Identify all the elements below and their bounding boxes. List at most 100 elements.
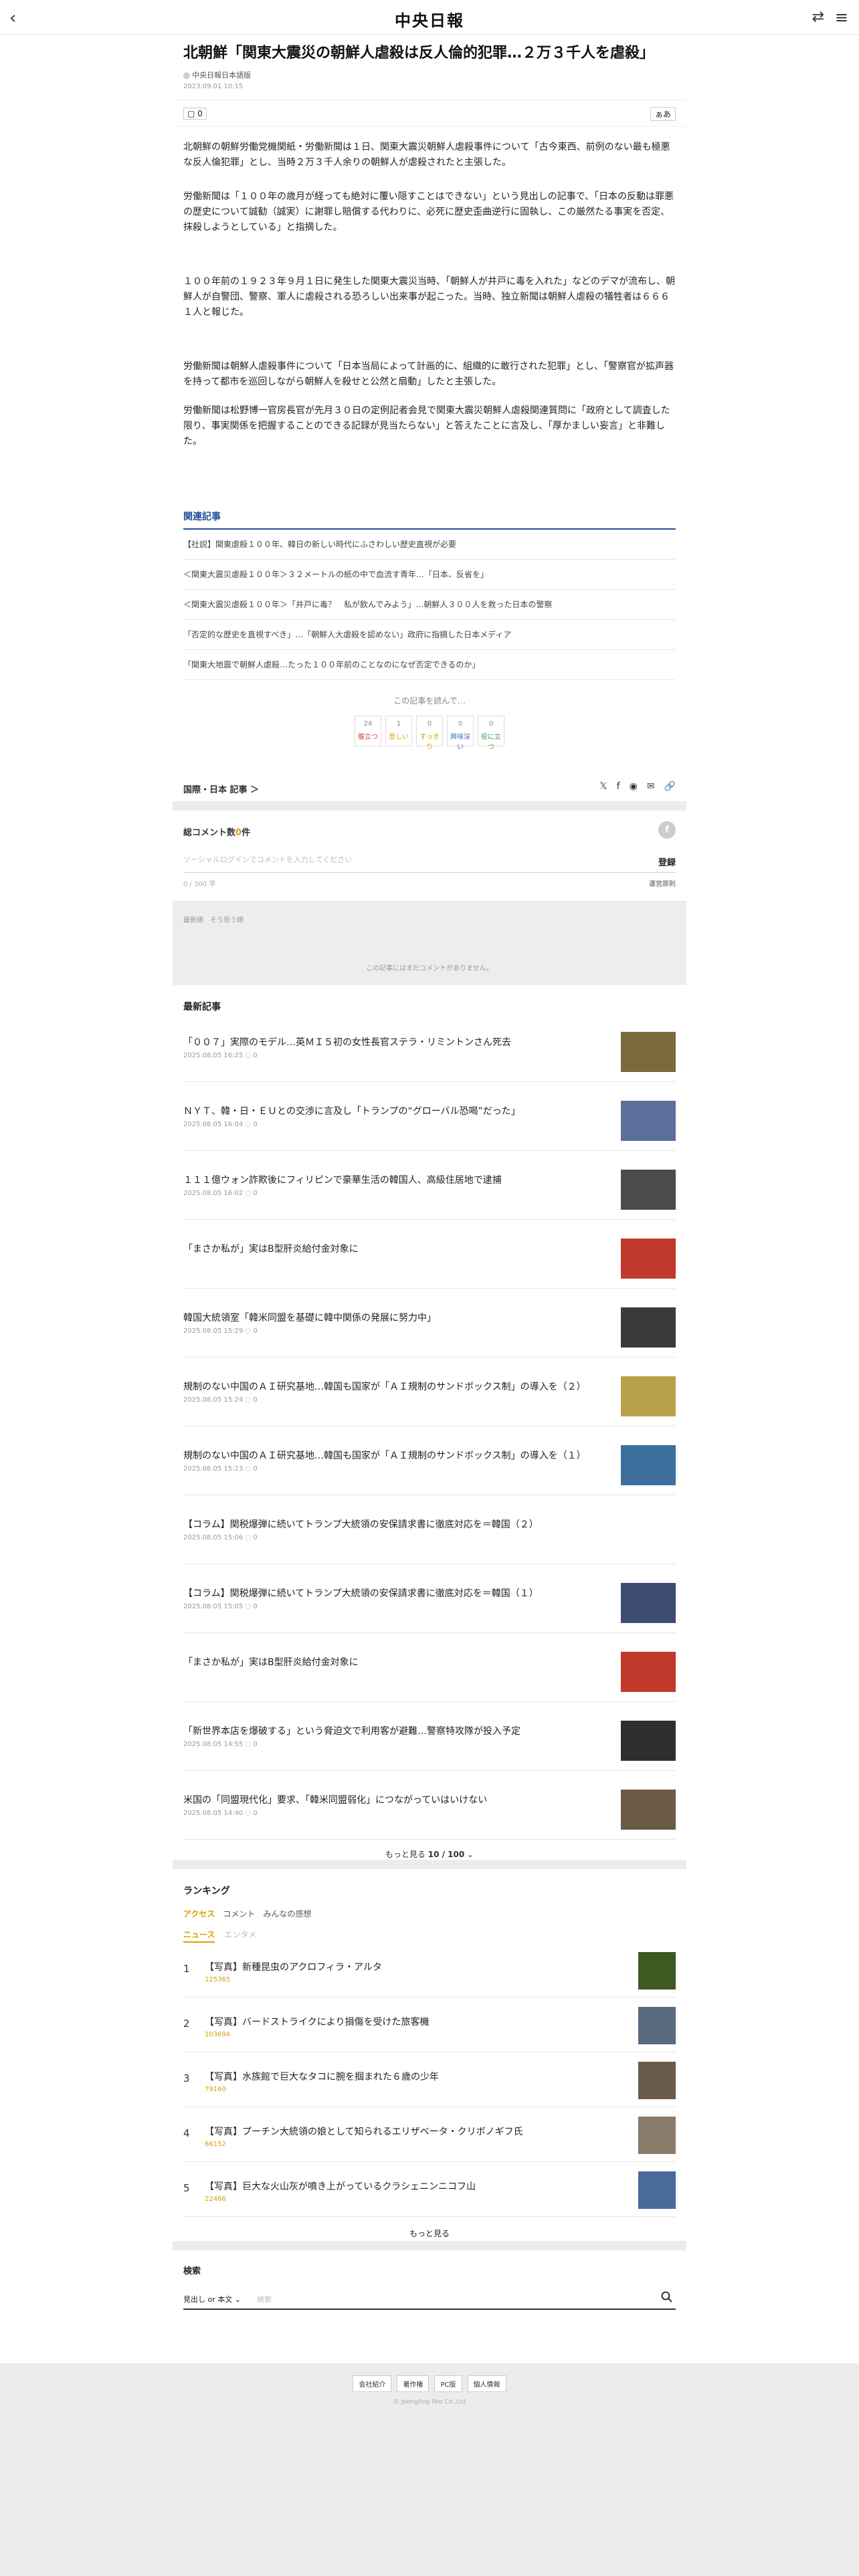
latest-item-title: 「００７」実際のモデル…英ＭＩ５初の女性長官ステラ・リミントンさん死去 xyxy=(183,1037,511,1048)
ranking-tabs: アクセス コメント みんなの感想 xyxy=(183,1908,676,1919)
search-bar: 見出し or 本文 ⌄ 検索 xyxy=(183,2290,676,2310)
ranking-number: 5 xyxy=(183,2182,190,2194)
category-link[interactable]: 国際・日本 記事 ＞ xyxy=(183,782,259,795)
latest-item-meta: 2025.08.05 15:24 ◌ 0 xyxy=(183,1396,258,1404)
latest-item-thumbnail[interactable] xyxy=(621,1307,676,1348)
reaction-label: 悲しい xyxy=(389,734,409,741)
ranking-thumbnail[interactable] xyxy=(638,1952,676,1990)
ranking-number: 4 xyxy=(183,2127,190,2139)
ranking-views: 103694 xyxy=(205,2031,231,2038)
reaction-angry[interactable]: 24 腹立つ xyxy=(355,716,381,746)
related-item[interactable]: 「否定的な歴史を直視すべき」…「朝鮮人大虐殺を認めない」政府に指摘した日本メディ… xyxy=(183,620,676,650)
latest-item-thumbnail[interactable] xyxy=(621,1170,676,1210)
reaction-interesting[interactable]: 0 興味深い xyxy=(447,716,474,751)
latest-item[interactable]: 規制のない中国のＡＩ研究基地…韓国も国家が「ＡＩ規制のサンドボックス制」の導入を… xyxy=(183,1358,676,1426)
menu-icon[interactable]: ≡ xyxy=(835,8,848,27)
ranking-item[interactable]: 1 【写真】新種昆虫のアクロフィラ・アルタ 125365 xyxy=(183,1943,676,1998)
ranking-thumbnail[interactable] xyxy=(638,2062,676,2099)
ranking-subtabs: ニュース エンタメ xyxy=(183,1929,676,1943)
related-articles: 関連記事 【社説】関東虐殺１００年、韓日の新しい時代にふさわしい歴史直視が必要 … xyxy=(173,510,686,751)
ranking-thumbnail[interactable] xyxy=(638,2007,676,2044)
related-item[interactable]: ＜関東大震災虐殺１００年＞「井戸に毒？ 私が飲んでみよう」…朝鮮人３００人を救っ… xyxy=(183,590,676,620)
footer-link-privacy[interactable]: 個人情報 xyxy=(467,2375,506,2392)
latest-item-thumbnail[interactable] xyxy=(621,1101,676,1141)
ranking-section: ランキング アクセス コメント みんなの感想 ニュース エンタメ 1 【写真】新種… xyxy=(173,1869,686,2217)
ranking-thumbnail[interactable] xyxy=(638,2171,676,2209)
ranking-title: 【写真】巨大な火山灰が噴き上がっているクラシェニンニコフ山 xyxy=(205,2181,476,2192)
latest-item-thumbnail[interactable] xyxy=(621,1790,676,1830)
search-icon[interactable] xyxy=(661,2291,673,2305)
tab-comments[interactable]: コメント xyxy=(223,1908,255,1919)
latest-item-thumbnail[interactable] xyxy=(621,1239,676,1279)
latest-item-thumbnail[interactable] xyxy=(621,1583,676,1623)
ranking-item[interactable]: 2 【写真】バードストライクにより損傷を受けた旅客機 103694 xyxy=(183,1998,676,2052)
more-ranking-button[interactable]: もっと見る xyxy=(173,2217,686,2250)
related-item[interactable]: 「関東大地震で朝鮮人虐殺…たった１００年前のことなのになぜ否定できるのか」 xyxy=(183,650,676,680)
latest-item[interactable]: 「００７」実際のモデル…英ＭＩ５初の女性長官ステラ・リミントンさん死去 2025.… xyxy=(183,1013,676,1082)
comment-sort[interactable]: 最新順 そう思う順 xyxy=(183,914,244,924)
article-paragraph: 労働新聞は「１００年の歳月が経っても絶対に覆い隠すことはできない」という見出しの… xyxy=(183,191,674,233)
reaction-refreshing[interactable]: 0 すっきり xyxy=(416,716,443,751)
latest-item[interactable]: 規制のない中国のＡＩ研究基地…韓国も国家が「ＡＩ規制のサンドボックス制」の導入を… xyxy=(183,1426,676,1495)
ranking-number: 2 xyxy=(183,2018,190,2030)
line-share-icon[interactable]: ◉ xyxy=(630,781,638,792)
tab-impressions[interactable]: みんなの感想 xyxy=(263,1908,311,1919)
latest-item[interactable]: 「まさか私が」実はB型肝炎給付金対象に xyxy=(183,1633,676,1702)
tab-access[interactable]: アクセス xyxy=(183,1908,215,1919)
comment-input[interactable]: ソーシャルログインでコメントを入力してください 登録 xyxy=(183,854,676,873)
latest-item-thumbnail[interactable] xyxy=(621,1652,676,1692)
comment-limit-row: 0 / 300 字 運営原則 xyxy=(183,878,676,893)
article-toolbar: ▢ 0 ぁあ xyxy=(173,100,686,126)
subtab-entertainment[interactable]: エンタメ xyxy=(224,1929,256,1943)
after-reading-label: この記事を読んで… xyxy=(393,696,466,706)
ranking-item[interactable]: 4 【写真】プーチン大統領の娘として知られるエリザベータ・クリボノギフ氏 66152 xyxy=(183,2107,676,2162)
reaction-label: 役に立つ xyxy=(481,734,501,751)
facebook-share-icon[interactable]: f xyxy=(617,781,620,792)
comment-total-prefix: 総コメント数 xyxy=(183,828,236,838)
ranking-thumbnail[interactable] xyxy=(638,2117,676,2154)
mail-share-icon[interactable]: ✉ xyxy=(647,781,655,792)
latest-item[interactable]: 【コラム】関税爆弾に続いてトランプ大統領の安保請求書に徹底対応を＝韓国（２） 20… xyxy=(183,1495,676,1564)
font-size-button[interactable]: ぁあ xyxy=(650,107,676,121)
footer-link-company[interactable]: 会社紹介 xyxy=(353,2375,392,2392)
x-share-icon[interactable]: 𝕏 xyxy=(599,781,607,792)
article-paragraph: 労働新聞は松野博一官房長官が先月３０日の定例記者会見で関東大震災朝鮮人虐殺関連質… xyxy=(183,405,670,447)
ranking-item[interactable]: 3 【写真】水族館で巨大なタコに腕を掴まれた６歳の少年 79160 xyxy=(183,2052,676,2107)
comment-rules-link[interactable]: 運営原則 xyxy=(649,878,676,888)
latest-item-thumbnail[interactable] xyxy=(621,1445,676,1485)
reaction-count: 0 xyxy=(458,720,463,728)
latest-item-thumbnail[interactable] xyxy=(621,1376,676,1416)
reaction-useful[interactable]: 0 役に立つ xyxy=(478,716,504,751)
latest-item-thumbnail[interactable] xyxy=(621,1721,676,1761)
latest-item[interactable]: １１１億ウォン詐欺後にフィリピンで豪華生活の韓国人、高級住居地で逮捕 2025.0… xyxy=(183,1151,676,1220)
latest-item[interactable]: 「新世界本店を爆破する」という脅迫文で利用客が避難…警察特攻隊が投入予定 2025… xyxy=(183,1702,676,1771)
latest-item[interactable]: 「まさか私が」実はB型肝炎給付金対象に xyxy=(183,1220,676,1289)
related-item[interactable]: 【社説】関東虐殺１００年、韓日の新しい時代にふさわしい歴史直視が必要 xyxy=(183,530,676,560)
link-copy-icon[interactable]: 🔗 xyxy=(664,781,676,792)
comment-register-button[interactable]: 登録 xyxy=(658,855,676,868)
footer-link-pc[interactable]: PC版 xyxy=(434,2375,462,2392)
latest-item-thumbnail[interactable] xyxy=(621,1032,676,1072)
latest-item[interactable]: 【コラム】関税爆弾に続いてトランプ大統領の安保請求書に徹底対応を＝韓国（１） 20… xyxy=(183,1564,676,1633)
search-input[interactable]: 検索 xyxy=(257,2294,272,2304)
subtab-news[interactable]: ニュース xyxy=(183,1929,215,1943)
reaction-buttons: 24 腹立つ 1 悲しい 0 すっきり 0 興味深い 0 役に立つ xyxy=(183,716,676,751)
comment-count-button[interactable]: ▢ 0 xyxy=(183,108,207,120)
share-icon[interactable]: ⇄ xyxy=(812,9,824,25)
article-source: ◎ 中央日報日本語版 xyxy=(183,71,252,80)
latest-item-meta: 2025.08.05 14:55 ◌ 0 xyxy=(183,1741,258,1748)
latest-item[interactable]: 米国の「同盟現代化」要求、「韓米同盟弱化」につながっていはいけない 2025.08… xyxy=(183,1771,676,1840)
search-scope-select[interactable]: 見出し or 本文 ⌄ xyxy=(183,2294,241,2304)
latest-item-title: 韓国大統領室「韓米同盟を基礎に韓中関係の発展に努力中」 xyxy=(183,1313,436,1323)
facebook-login-icon[interactable]: f xyxy=(658,821,676,839)
related-item[interactable]: ＜関東大震災虐殺１００年＞３２メートルの紙の中で血流す青年…「日本、反省を」 xyxy=(183,560,676,590)
site-logo[interactable]: 中央日報 xyxy=(0,7,859,31)
footer-link-copyright[interactable]: 著作権 xyxy=(397,2375,430,2392)
reaction-sad[interactable]: 1 悲しい xyxy=(385,716,412,746)
article-paragraph: 労働新聞は朝鮮人虐殺事件について「日本当局によって計画的に、組織的に敢行された犯… xyxy=(183,361,674,387)
latest-item[interactable]: 韓国大統領室「韓米同盟を基礎に韓中関係の発展に努力中」 2025.08.05 15… xyxy=(183,1289,676,1358)
latest-item-title: 「まさか私が」実はB型肝炎給付金対象に xyxy=(183,1657,359,1668)
more-latest-button[interactable]: もっと見る 10 / 100 ⌄ xyxy=(173,1840,686,1869)
ranking-item[interactable]: 5 【写真】巨大な火山灰が噴き上がっているクラシェニンニコフ山 22466 xyxy=(183,2162,676,2217)
latest-item[interactable]: ＮＹＴ、韓・日・ＥＵとの交渉に言及し「トランプの“グローバル恐喝”だった」 202… xyxy=(183,1082,676,1151)
